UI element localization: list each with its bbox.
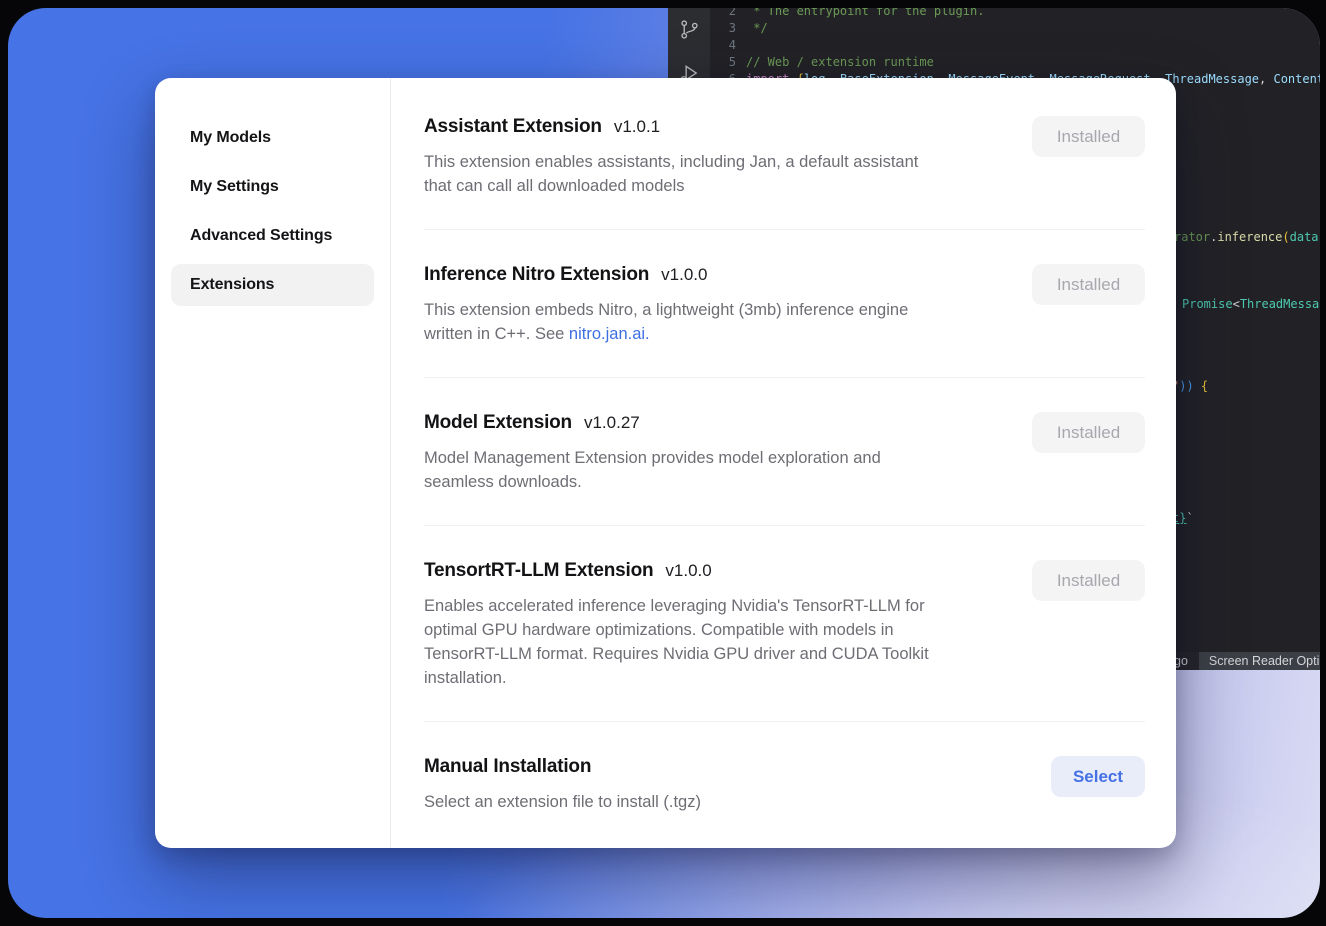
code-token: ThreadMessage xyxy=(1240,297,1320,311)
nitro-jan-ai-link[interactable]: nitro.jan.ai. xyxy=(569,325,650,343)
extension-version: v1.0.1 xyxy=(614,117,660,137)
code-lines: 2 * The entrypoint for the plugin.3 */45… xyxy=(710,8,1320,88)
code-line: 5// Web / extension runtime xyxy=(710,54,1320,71)
code-line: 3 */ xyxy=(710,20,1320,37)
extension-title-row: Model Extension v1.0.27 xyxy=(424,412,881,434)
description-line: installation. xyxy=(424,666,929,690)
sidebar-item-my-settings[interactable]: My Settings xyxy=(171,166,374,208)
description-line: This extension embeds Nitro, a lightweig… xyxy=(424,298,908,322)
description-text: This extension embeds Nitro, a lightweig… xyxy=(424,301,908,319)
extension-description: This extension embeds Nitro, a lightweig… xyxy=(424,298,908,346)
status-left-text: go xyxy=(1174,654,1188,668)
description-line: Enables accelerated inference leveraging… xyxy=(424,594,929,618)
description-text: Select an extension file to install (.tg… xyxy=(424,793,701,811)
extension-version: v1.0.27 xyxy=(584,413,640,433)
extension-title-row: Inference Nitro Extension v1.0.0 xyxy=(424,264,908,286)
extension-title: Manual Installation xyxy=(424,756,591,778)
extension-item-assistant-extension: Assistant Extension v1.0.1 This extension … xyxy=(424,116,1145,230)
code-token: { xyxy=(1201,379,1208,393)
extension-title: Assistant Extension xyxy=(424,116,602,138)
line-number: 2 xyxy=(710,8,746,20)
code-token: )) xyxy=(1319,230,1320,244)
description-text: This extension enables assistants, inclu… xyxy=(424,153,918,171)
source-control-icon[interactable] xyxy=(678,18,701,41)
code-token: ContentType xyxy=(1273,71,1320,88)
installed-button: Installed xyxy=(1032,264,1145,305)
extension-description: Model Management Extension provides mode… xyxy=(424,446,881,494)
code-token: rator xyxy=(1174,230,1210,244)
description-text: that can call all downloaded models xyxy=(424,177,685,195)
description-line: TensorRT-LLM format. Requires Nvidia GPU… xyxy=(424,642,929,666)
extension-info: Manual Installation Select an extension f… xyxy=(424,756,701,814)
screen-reader-badge[interactable]: Screen Reader Optimized xyxy=(1199,652,1320,670)
description-line: that can call all downloaded models xyxy=(424,174,918,198)
extension-info: Model Extension v1.0.27 Model Management E… xyxy=(424,412,881,494)
extension-description: This extension enables assistants, inclu… xyxy=(424,150,918,198)
code-token: < xyxy=(1233,297,1240,311)
settings-sidebar: My Models My Settings Advanced Settings Ext… xyxy=(155,78,391,848)
sidebar-item-advanced-settings[interactable]: Advanced Settings xyxy=(171,215,374,257)
line-number: 4 xyxy=(710,37,746,54)
sidebar-item-my-models[interactable]: My Models xyxy=(171,117,374,159)
extensions-panel: Assistant Extension v1.0.1 This extension … xyxy=(391,78,1176,848)
extension-item-model-extension: Model Extension v1.0.27 Model Management E… xyxy=(424,378,1145,526)
installed-button: Installed xyxy=(1032,412,1145,453)
installed-button: Installed xyxy=(1032,560,1145,601)
hero-canvas: 2 * The entrypoint for the plugin.3 */45… xyxy=(8,8,1320,918)
sidebar-item-extensions[interactable]: Extensions xyxy=(171,264,374,306)
description-text: optimal GPU hardware optimizations. Comp… xyxy=(424,621,894,639)
installed-button: Installed xyxy=(1032,116,1145,157)
description-line: Select an extension file to install (.tg… xyxy=(424,790,701,814)
code-token: // Web / extension runtime xyxy=(746,54,934,71)
extension-info: TensortRT-LLM Extension v1.0.0 Enables acc… xyxy=(424,560,929,690)
line-number: 3 xyxy=(710,20,746,37)
code-token: ( xyxy=(1282,230,1289,244)
extension-item-tensortrt-llm-extension: TensortRT-LLM Extension v1.0.0 Enables acc… xyxy=(424,526,1145,722)
extension-item-manual-installation: Manual Installation Select an extension f… xyxy=(424,722,1145,845)
code-fragment: ")) { xyxy=(1172,378,1208,395)
select-button[interactable]: Select xyxy=(1051,756,1145,797)
extension-title-row: Manual Installation xyxy=(424,756,701,778)
extension-title: TensortRT-LLM Extension xyxy=(424,560,653,582)
code-token: inference xyxy=(1217,230,1282,244)
description-line: Model Management Extension provides mode… xyxy=(424,446,881,470)
code-line: 2 * The entrypoint for the plugin. xyxy=(710,8,1320,20)
extension-description: Select an extension file to install (.tg… xyxy=(424,790,701,814)
description-text: installation. xyxy=(424,669,507,687)
code-line: 4 xyxy=(710,37,1320,54)
description-line: seamless downloads. xyxy=(424,470,881,494)
code-fragment: rator.inference(data)); xyxy=(1174,229,1320,246)
extension-title: Model Extension xyxy=(424,412,572,434)
line-number: 5 xyxy=(710,54,746,71)
extension-title-row: Assistant Extension v1.0.1 xyxy=(424,116,918,138)
description-line: written in C++. See nitro.jan.ai. xyxy=(424,322,908,346)
description-line: This extension enables assistants, inclu… xyxy=(424,150,918,174)
code-fragment: Promise<ThreadMessage> xyxy=(1182,296,1320,313)
code-token: Promise xyxy=(1182,297,1233,311)
description-text: TensorRT-LLM format. Requires Nvidia GPU… xyxy=(424,645,929,663)
code-token: ThreadMessage xyxy=(1165,71,1259,88)
extension-title: Inference Nitro Extension xyxy=(424,264,649,286)
code-token: * The entrypoint for the plugin. xyxy=(746,8,984,20)
code-token: , xyxy=(1259,71,1273,88)
extension-version: v1.0.0 xyxy=(665,561,711,581)
extension-description: Enables accelerated inference leveraging… xyxy=(424,594,929,690)
code-token: */ xyxy=(746,20,768,37)
extension-info: Assistant Extension v1.0.1 This extension … xyxy=(424,116,918,198)
description-line: optimal GPU hardware optimizations. Comp… xyxy=(424,618,929,642)
code-token: )) xyxy=(1179,379,1201,393)
extension-info: Inference Nitro Extension v1.0.0 This exte… xyxy=(424,264,908,346)
code-token: data xyxy=(1290,230,1319,244)
description-text: Model Management Extension provides mode… xyxy=(424,449,881,467)
settings-modal: My Models My Settings Advanced Settings Ext… xyxy=(155,78,1176,848)
code-token: ` xyxy=(1186,511,1193,525)
extension-title-row: TensortRT-LLM Extension v1.0.0 xyxy=(424,560,929,582)
description-text: seamless downloads. xyxy=(424,473,582,491)
extension-version: v1.0.0 xyxy=(661,265,707,285)
extension-item-inference-nitro-extension: Inference Nitro Extension v1.0.0 This exte… xyxy=(424,230,1145,378)
description-text: written in C++. See xyxy=(424,325,569,343)
description-text: Enables accelerated inference leveraging… xyxy=(424,597,925,615)
